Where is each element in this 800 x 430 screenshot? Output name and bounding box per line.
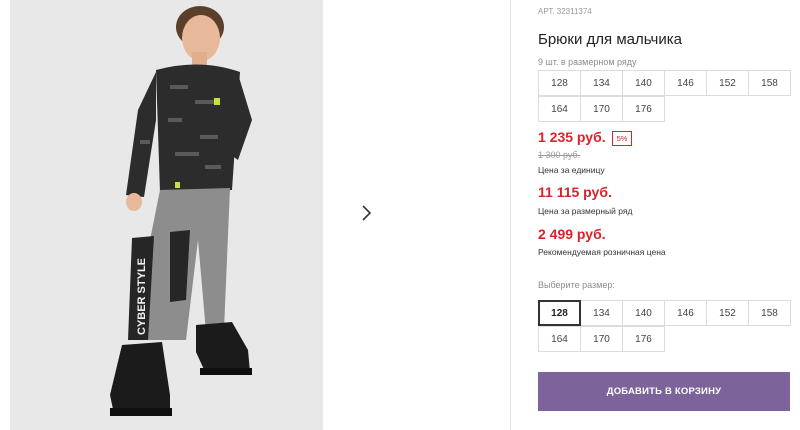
pack-size-cell: 134: [580, 70, 623, 96]
pack-price: 11 115 руб.: [538, 184, 612, 200]
pack-size-cell: 140: [622, 70, 665, 96]
old-price: 1 300 руб.: [538, 150, 581, 160]
discount-badge: 5%: [612, 131, 632, 146]
pack-size-cell: 164: [538, 96, 581, 122]
size-option-170[interactable]: 170: [580, 326, 623, 352]
pack-size-cell: 152: [706, 70, 749, 96]
size-option-128[interactable]: 128: [538, 300, 581, 326]
pack-size-cell: 158: [748, 70, 791, 96]
panel-divider: [510, 0, 511, 430]
pack-size-cell: 128: [538, 70, 581, 96]
next-image-button[interactable]: [347, 194, 385, 232]
size-select-row: 164 170 176: [538, 326, 800, 352]
pack-size-row: 164 170 176: [538, 96, 800, 122]
size-select-row: 128 134 140 146 152 158: [538, 300, 800, 326]
size-select-grid: 128 134 140 146 152 158 164 170 176: [538, 300, 800, 352]
size-option-176[interactable]: 176: [622, 326, 665, 352]
size-option-134[interactable]: 134: [580, 300, 623, 326]
size-option-158[interactable]: 158: [748, 300, 791, 326]
chevron-right-icon: [362, 205, 372, 221]
pack-caption: 9 шт. в размерном ряду: [538, 57, 637, 67]
add-to-cart-button[interactable]: ДОБАВИТЬ В КОРЗИНУ: [538, 372, 790, 411]
product-sku: АРТ. 32311374: [538, 7, 592, 16]
retail-price-label: Рекомендуемая розничная цена: [538, 247, 666, 257]
size-select-caption: Выберите размер:: [538, 280, 615, 290]
retail-price: 2 499 руб.: [538, 226, 606, 242]
pack-size-cell: 170: [580, 96, 623, 122]
pack-price-label: Цена за размерный ряд: [538, 206, 633, 216]
pack-size-cell: 176: [622, 96, 665, 122]
pack-size-grid: 128 134 140 146 152 158 164 170 176: [538, 70, 800, 122]
product-photo: CYBER STYLE: [10, 0, 323, 430]
size-option-140[interactable]: 140: [622, 300, 665, 326]
pack-size-cell: 146: [664, 70, 707, 96]
product-title: Брюки для мальчика: [538, 31, 682, 48]
unit-price-label: Цена за единицу: [538, 165, 605, 175]
size-option-146[interactable]: 146: [664, 300, 707, 326]
size-option-164[interactable]: 164: [538, 326, 581, 352]
unit-price: 1 235 руб.: [538, 129, 606, 145]
photo-print-text: CYBER STYLE: [136, 258, 148, 335]
product-panel: АРТ. 32311374 Брюки для мальчика 9 шт. в…: [538, 0, 800, 430]
product-photo-illustration: CYBER STYLE: [10, 0, 323, 430]
product-gallery: CYBER STYLE: [0, 0, 510, 430]
pack-size-row: 128 134 140 146 152 158: [538, 70, 800, 96]
size-option-152[interactable]: 152: [706, 300, 749, 326]
